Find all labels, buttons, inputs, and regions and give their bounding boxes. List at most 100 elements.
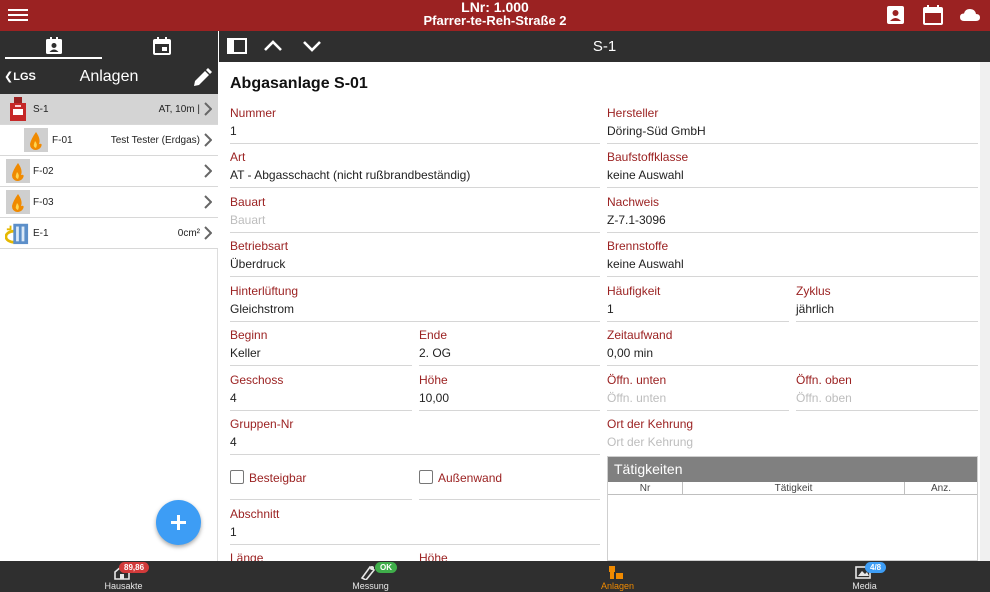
field-value: 1: [607, 302, 614, 316]
taetigkeiten-column-headers: Nr Tätigkeit Anz.: [608, 482, 977, 495]
nav-messung[interactable]: OK Messung: [247, 561, 494, 592]
zeitaufwand-field[interactable]: Zeitaufwand 0,00 min: [607, 322, 978, 366]
ende-field[interactable]: Ende 2. OG: [419, 322, 600, 366]
betriebsart-field[interactable]: Betriebsart Überdruck: [230, 233, 600, 277]
chevron-right-icon: [204, 164, 212, 178]
field-placeholder: Öffn. unten: [607, 391, 667, 405]
field-label: Häufigkeit: [607, 284, 661, 298]
nav-hausakte[interactable]: 89,86 Hausakte: [0, 561, 247, 592]
field-placeholder: Öffn. oben: [796, 391, 852, 405]
field-value: Gleichstrom: [230, 302, 295, 316]
tab-calendar[interactable]: [110, 31, 213, 62]
field-label: Höhe: [419, 551, 448, 561]
panel-header: ❮LGS Anlagen: [0, 62, 218, 94]
calendar-icon[interactable]: [922, 5, 944, 25]
field-label: Hersteller: [607, 106, 659, 120]
nummer-field[interactable]: Nummer 1: [230, 100, 600, 144]
field-label: Baufstoffklasse: [607, 150, 689, 164]
field-label: Öffn. oben: [796, 373, 852, 387]
field-value: 4: [230, 391, 237, 405]
beginn-field[interactable]: Beginn Keller: [230, 322, 412, 366]
bauart-field[interactable]: Bauart Bauart: [230, 189, 600, 233]
contact-card-icon: [46, 37, 62, 54]
field-label: Ort der Kehrung: [607, 417, 694, 431]
list-item-s1[interactable]: S-1 AT, 10m |: [0, 94, 218, 125]
installations-icon: [609, 566, 623, 579]
calendar-icon: [153, 37, 171, 55]
flame-icon: [6, 190, 30, 214]
field-value: 0,00 min: [607, 346, 654, 360]
list-item-f01[interactable]: F-01 Test Tester (Erdgas): [0, 125, 218, 156]
list-item-name: F-01: [52, 135, 73, 146]
zyklus-field[interactable]: Zyklus jährlich: [796, 278, 978, 322]
column-header-anz[interactable]: Anz.: [905, 482, 977, 495]
baustoffklasse-field[interactable]: Baufstoffklasse keine Auswahl: [607, 144, 978, 188]
contact-card-icon[interactable]: [885, 5, 907, 25]
haeufigkeit-field[interactable]: Häufigkeit 1: [607, 278, 789, 322]
field-label: Geschoss: [230, 373, 284, 387]
chimney-icon: [10, 97, 26, 121]
field-value: 4: [230, 435, 237, 449]
geschoss-field[interactable]: Geschoss 4: [230, 367, 412, 411]
laenge-field[interactable]: Länge: [230, 545, 412, 561]
oeffn-unten-field[interactable]: Öffn. unten Öffn. unten: [607, 367, 789, 411]
field-value: keine Auswahl: [607, 168, 684, 182]
taetigkeiten-table: Tätigkeiten Nr Tätigkeit Anz.: [607, 456, 978, 561]
field-label: Beginn: [230, 328, 268, 342]
gruppen-nr-field[interactable]: Gruppen-Nr 4: [230, 411, 600, 455]
nav-anlagen[interactable]: Anlagen: [494, 561, 741, 592]
field-label: Länge: [230, 551, 264, 561]
checkbox-box[interactable]: [419, 470, 433, 484]
cloud-icon[interactable]: [959, 5, 981, 25]
checkbox-box[interactable]: [230, 470, 244, 484]
hoehe-field[interactable]: Höhe 10,00: [419, 367, 600, 411]
field-value: Döring-Süd GmbH: [607, 124, 706, 138]
abschnitt-field[interactable]: Abschnitt 1: [230, 501, 600, 545]
header-title: LNr: 1.000 Pfarrer-te-Reh-Straße 2: [0, 0, 990, 28]
chevron-right-icon: [204, 102, 212, 116]
field-label: Öffn. unten: [607, 373, 667, 387]
chevron-right-icon: [204, 133, 212, 147]
installations-list: S-1 AT, 10m | F-01 Test Tester (Erdgas) …: [0, 94, 218, 249]
field-value: Z-7.1-3096: [607, 213, 666, 227]
bottom-navigation: 89,86 Hausakte OK Messung Anlagen 4/8 Me…: [0, 561, 990, 592]
list-item-e1[interactable]: E-1 0cm²: [0, 218, 218, 249]
scrollbar[interactable]: [980, 62, 990, 561]
field-value: jährlich: [796, 302, 835, 316]
column-header-taetigkeit[interactable]: Tätigkeit: [683, 482, 905, 495]
field-label: Ende: [419, 328, 448, 342]
ort-kehrung-field[interactable]: Ort der Kehrung Ort der Kehrung: [607, 411, 978, 455]
nachweis-field[interactable]: Nachweis Z-7.1-3096: [607, 189, 978, 233]
oeffn-oben-field[interactable]: Öffn. oben Öffn. oben: [796, 367, 978, 411]
nav-badge: 4/8: [865, 562, 887, 573]
list-item-f02[interactable]: F-02: [0, 156, 218, 187]
chevron-right-icon: [204, 195, 212, 209]
column-header-nr[interactable]: Nr: [608, 482, 683, 495]
field-label: Höhe: [419, 373, 448, 387]
add-installation-button[interactable]: [156, 500, 201, 545]
tab-details[interactable]: [5, 31, 102, 62]
art-field[interactable]: Art AT - Abgasschacht (nicht rußbrandbes…: [230, 144, 600, 188]
installations-panel: ❮LGS Anlagen S-1 AT, 10m | F-01 Test Tes…: [0, 31, 218, 561]
field-value: Keller: [230, 346, 261, 360]
nav-label: Hausakte: [104, 581, 143, 591]
list-item-value: 0cm²: [177, 228, 200, 239]
panel-title: Anlagen: [79, 68, 139, 85]
header-title-address: Pfarrer-te-Reh-Straße 2: [423, 13, 567, 28]
list-item-f03[interactable]: F-03: [0, 187, 218, 218]
field-label: Bauart: [230, 195, 266, 209]
besteigbar-checkbox[interactable]: Besteigbar: [230, 456, 412, 500]
field-value: Überdruck: [230, 257, 286, 271]
hersteller-field[interactable]: Hersteller Döring-Süd GmbH: [607, 100, 978, 144]
edit-icon[interactable]: [192, 68, 212, 88]
field-label: Hinterlüftung: [230, 284, 299, 298]
vent-icon: [5, 223, 29, 245]
hoehe2-field[interactable]: Höhe: [419, 545, 600, 561]
list-item-name: E-1: [33, 228, 49, 239]
nav-media[interactable]: 4/8 Media: [741, 561, 988, 592]
hinterlueftung-field[interactable]: Hinterlüftung Gleichstrom: [230, 278, 600, 322]
aussenwand-checkbox[interactable]: Außenwand: [419, 456, 600, 500]
app-header: LNr: 1.000 Pfarrer-te-Reh-Straße 2: [0, 0, 990, 31]
brennstoffe-field[interactable]: Brennstoffe keine Auswahl: [607, 233, 978, 277]
detail-title: S-1: [592, 38, 617, 55]
